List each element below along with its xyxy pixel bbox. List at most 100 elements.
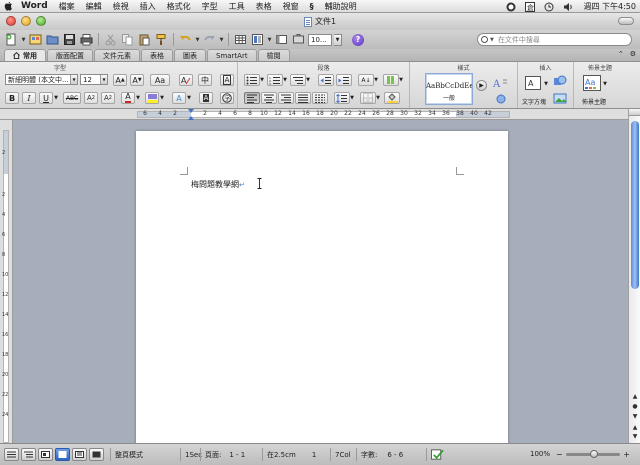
horizontal-ruler[interactable]: 6 4 2 2 4 6 8 10 12 14 16 18 20 22 24 26… (0, 109, 628, 120)
numbering-icon[interactable]: 123 (267, 74, 283, 86)
style-normal-tile[interactable]: AaBbCcDdEe 一般 (425, 73, 473, 105)
save-icon[interactable] (62, 32, 77, 47)
multilevel-list-icon[interactable] (290, 74, 306, 86)
text-box-dropdown-arrow[interactable]: ▼ (543, 78, 549, 90)
increase-indent-icon[interactable] (336, 74, 352, 86)
minimize-window-button[interactable] (21, 16, 31, 26)
word-count[interactable]: 字數: 6 - 6 (356, 448, 426, 461)
script-menu-icon[interactable]: § (310, 2, 314, 11)
paste-icon[interactable] (137, 32, 152, 47)
cut-icon[interactable] (103, 32, 118, 47)
zoom-out-icon[interactable]: − (556, 450, 563, 459)
document-body-text[interactable]: 梅問題教學網↵ (191, 179, 245, 190)
subscript-button[interactable]: A2 (101, 92, 115, 104)
gallery-icon[interactable] (28, 32, 43, 47)
underline-button[interactable]: U (39, 92, 53, 104)
search-dropdown-arrow[interactable]: ▼ (490, 37, 494, 43)
vertical-ruler[interactable]: 2 2 4 6 8 10 12 14 16 18 20 22 24 (0, 120, 13, 443)
browse-object-icon[interactable]: ● (630, 402, 640, 410)
scroll-down-arrow[interactable]: ▼ (630, 432, 640, 440)
styles-pane-icon[interactable]: A (492, 76, 510, 90)
ribbon-settings-icon[interactable]: ⚙ (630, 50, 636, 58)
highlight-dropdown-arrow[interactable]: ▼ (159, 92, 165, 104)
menu-app-word[interactable]: Word (21, 1, 48, 11)
sort-dropdown-arrow[interactable]: ▼ (373, 74, 379, 86)
character-shading-button[interactable]: A (199, 92, 213, 104)
font-name-select[interactable]: 新細明體 (本文中... ▼ (5, 74, 78, 85)
tab-review[interactable]: 檢閱 (257, 49, 290, 61)
styles-next-button[interactable]: ▶ (476, 80, 487, 91)
justify-icon[interactable] (295, 92, 311, 104)
split-box[interactable] (629, 109, 640, 116)
zoom-in-icon[interactable]: + (623, 450, 630, 459)
collapse-ribbon-icon[interactable]: ⌃ (618, 50, 624, 58)
zoom-field[interactable]: 10... (308, 33, 332, 46)
indent-marker-icon[interactable] (188, 109, 194, 120)
publishing-view-icon[interactable] (38, 448, 53, 461)
menu-help[interactable]: 輔助說明 (325, 1, 357, 12)
line-spacing-icon[interactable] (334, 92, 350, 104)
themes-icon[interactable]: Aa (582, 74, 602, 92)
decrease-indent-icon[interactable] (318, 74, 334, 86)
new-dropdown-arrow[interactable]: ▼ (21, 32, 26, 47)
text-box-icon[interactable]: A (523, 74, 543, 92)
italic-button[interactable]: I (22, 92, 36, 104)
themes-dropdown-arrow[interactable]: ▼ (602, 78, 608, 90)
font-name-dropdown-arrow[interactable]: ▼ (70, 75, 77, 84)
menu-tools[interactable]: 工具 (229, 1, 245, 12)
spelling-status-icon[interactable] (426, 448, 448, 461)
toolbox-icon[interactable] (291, 32, 306, 47)
font-size-select[interactable]: 12 ▼ (80, 74, 108, 85)
menu-table[interactable]: 表格 (256, 1, 272, 12)
strikethrough-button[interactable]: ABC (63, 92, 81, 104)
menu-insert[interactable]: 插入 (140, 1, 156, 12)
sidebar-icon[interactable] (274, 32, 289, 47)
zoom-slider-knob[interactable] (589, 450, 598, 458)
menu-edit[interactable]: 編輯 (86, 1, 102, 12)
columns-icon[interactable] (250, 32, 265, 47)
scrollbar-thumb[interactable] (631, 121, 639, 289)
tab-charts[interactable]: 圖表 (174, 49, 206, 61)
scroll-up-arrow[interactable]: ▲ (630, 423, 640, 431)
shading-icon[interactable] (384, 92, 400, 104)
show-formatting-dropdown-arrow[interactable]: ▼ (398, 74, 404, 86)
menu-format[interactable]: 格式化 (167, 1, 191, 12)
previous-page-icon[interactable]: ▲ (630, 392, 640, 400)
notebook-view-icon[interactable] (72, 448, 87, 461)
sort-icon[interactable]: A↓ (358, 74, 374, 86)
search-field[interactable]: ▼ 在文件中搜尋 (477, 33, 632, 46)
tab-smartart[interactable]: SmartArt (207, 49, 257, 61)
picture-icon[interactable] (552, 91, 568, 105)
align-right-icon[interactable] (278, 92, 294, 104)
text-effects-button[interactable]: A (172, 92, 186, 104)
full-screen-view-icon[interactable] (89, 448, 104, 461)
tab-layout[interactable]: 版面配置 (47, 49, 93, 61)
insert-table-icon[interactable] (233, 32, 248, 47)
font-color-button[interactable]: A (121, 92, 135, 104)
align-left-icon[interactable] (244, 92, 260, 104)
font-color-dropdown-arrow[interactable]: ▼ (135, 92, 141, 104)
input-method-icon[interactable]: 倉 (525, 1, 536, 12)
menu-view[interactable]: 檢視 (113, 1, 129, 12)
clear-format-icon[interactable]: A (179, 74, 193, 86)
change-case-button[interactable]: Aa (150, 74, 170, 86)
tab-home[interactable]: 常用 (4, 49, 46, 61)
time-machine-icon[interactable] (544, 2, 554, 12)
enclose-characters-button[interactable]: 字 (220, 92, 234, 104)
show-formatting-icon[interactable] (383, 74, 399, 86)
undo-icon[interactable] (178, 32, 193, 47)
document-canvas[interactable]: 梅問題教學網↵ (13, 120, 628, 443)
zoom-window-button[interactable] (36, 16, 46, 26)
bullets-dropdown-arrow[interactable]: ▼ (259, 74, 265, 86)
apple-icon[interactable] (4, 1, 13, 11)
format-painter-icon[interactable] (154, 32, 169, 47)
menu-window[interactable]: 視窗 (283, 1, 299, 12)
outline-view-icon[interactable] (21, 448, 36, 461)
zoom-slider-track[interactable] (565, 450, 621, 458)
redo-icon[interactable] (202, 32, 217, 47)
superscript-button[interactable]: A2 (84, 92, 98, 104)
phonetic-guide-button[interactable]: 中 (198, 74, 212, 86)
zoom-dropdown-arrow[interactable]: ▼ (334, 33, 342, 46)
help-button[interactable]: ? (352, 33, 364, 46)
print-icon[interactable] (79, 32, 94, 47)
